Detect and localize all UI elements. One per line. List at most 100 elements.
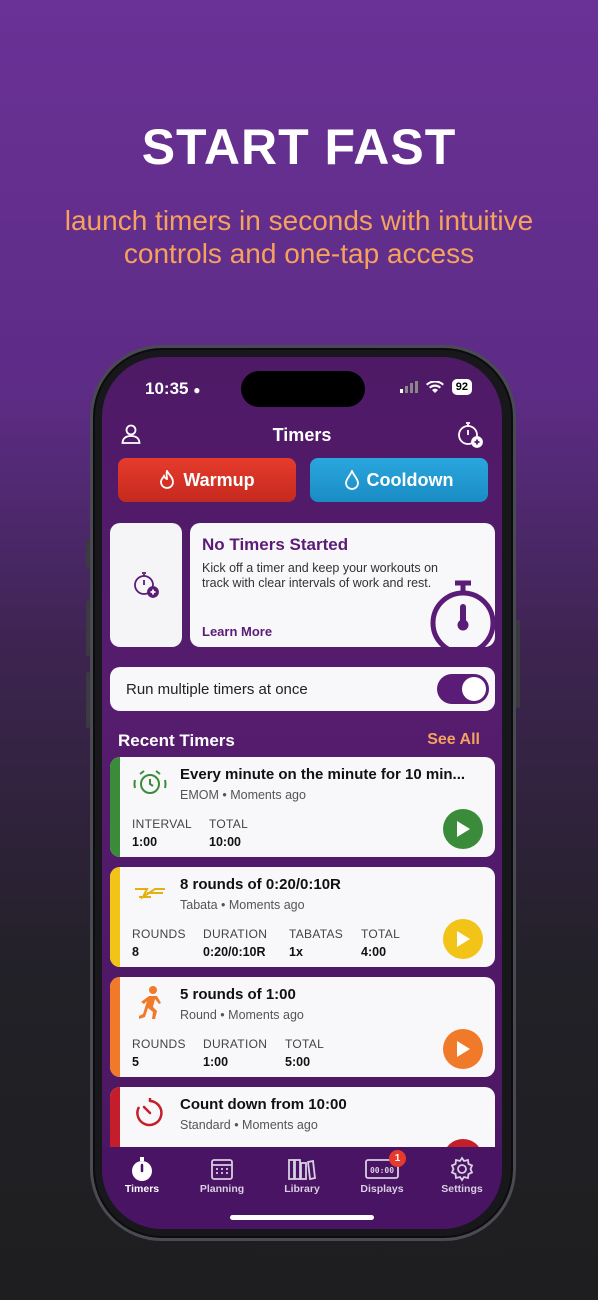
stat-label: DURATION <box>203 1037 268 1051</box>
phone-volume-up <box>86 600 90 656</box>
add-stopwatch-icon <box>134 572 159 598</box>
status-indicators: 92 <box>399 379 472 395</box>
person-icon: ● <box>193 383 201 397</box>
app-screen: 10:35 ● 92 Timers Warmup Cooldown No Tim… <box>102 357 502 1229</box>
warmup-button[interactable]: Warmup <box>118 458 296 502</box>
stat-value: 1:00 <box>132 835 158 849</box>
phone-volume-down <box>86 672 90 728</box>
promo-headline: START FAST <box>141 119 457 175</box>
tab-label: Settings <box>441 1183 483 1195</box>
play-icon <box>457 1041 470 1057</box>
calendar-icon <box>211 1159 233 1180</box>
timer-stat: TOTAL 10:00 <box>209 817 248 849</box>
stopwatch-icon <box>132 1157 152 1181</box>
stat-label: ROUNDS <box>132 927 186 941</box>
stat-label: INTERVAL <box>132 817 192 831</box>
stat-value: 1:00 <box>203 1055 229 1069</box>
tab-label: Planning <box>199 1183 245 1195</box>
toggle-knob <box>462 677 486 701</box>
timer-stat: TOTAL 5:00 <box>285 1037 324 1069</box>
gear-icon <box>450 1156 474 1182</box>
play-icon <box>457 931 470 947</box>
timer-title: 5 rounds of 1:00 <box>180 986 296 1003</box>
tab-timers[interactable]: Timers <box>107 1155 177 1229</box>
countdown-icon <box>132 1095 168 1131</box>
page-title: Timers <box>272 425 332 445</box>
stat-value: 1x <box>289 945 303 959</box>
stat-label: ROUNDS <box>132 1037 186 1051</box>
play-button[interactable] <box>443 809 483 849</box>
home-indicator <box>230 1215 374 1220</box>
timer-subtitle: Round • Moments ago <box>180 1008 304 1022</box>
tab-label: Timers <box>124 1183 160 1195</box>
stat-label: TOTAL <box>209 817 249 831</box>
stat-value: 0:20/0:10R <box>203 945 266 959</box>
timer-title: 8 rounds of 0:20/0:10R <box>180 876 341 893</box>
warmup-label: Warmup <box>183 469 255 490</box>
stat-label: TOTAL <box>285 1037 325 1051</box>
timer-stat: ROUNDS 8 <box>132 927 186 959</box>
cooldown-button[interactable]: Cooldown <box>310 458 488 502</box>
wifi-icon <box>425 380 444 393</box>
recent-timer-card[interactable]: 5 rounds of 1:00 Round • Moments ago ROU… <box>110 977 495 1077</box>
phone-power-button <box>516 620 520 708</box>
no-timers-card: No Timers Started Kick off a timer and k… <box>190 523 495 647</box>
timer-stat: TOTAL 4:00 <box>361 927 400 959</box>
recent-timer-card[interactable]: Every minute on the minute for 10 min...… <box>110 757 495 857</box>
timer-stat: ROUNDS 5 <box>132 1037 186 1069</box>
tabata-icon <box>132 875 168 911</box>
timer-stat: DURATION 0:20/0:10R <box>203 927 267 959</box>
alarm-clock-icon <box>132 765 168 801</box>
stat-value: 5 <box>132 1055 139 1069</box>
info-title: No Timers Started <box>202 535 349 554</box>
recent-timers-heading: Recent Timers <box>118 731 235 750</box>
timer-subtitle: Standard • Moments ago <box>180 1118 318 1132</box>
multi-timer-row: Run multiple timers at once <box>110 667 495 711</box>
svg-text:00:00: 00:00 <box>370 1166 394 1175</box>
timer-stat: TABATAS 1x <box>289 927 343 959</box>
stopwatch-icon <box>430 580 495 647</box>
stat-value: 4:00 <box>361 945 387 959</box>
stat-label: TOTAL <box>361 927 401 941</box>
play-button[interactable] <box>443 919 483 959</box>
multi-timer-label: Run multiple timers at once <box>126 680 308 698</box>
status-time: 10:35 ● <box>145 379 201 398</box>
stat-label: TABATAS <box>289 927 344 941</box>
stat-value: 8 <box>132 945 139 959</box>
see-all-link[interactable]: See All <box>427 731 480 749</box>
tab-label: Library <box>284 1183 320 1195</box>
stat-label: DURATION <box>203 927 268 941</box>
dynamic-island <box>241 371 365 407</box>
battery-indicator: 92 <box>451 379 472 395</box>
timer-stat: INTERVAL 1:00 <box>132 817 192 849</box>
timer-subtitle: Tabata • Moments ago <box>180 898 305 912</box>
signal-icon <box>399 381 418 393</box>
play-icon <box>457 821 470 837</box>
timer-color-bar <box>110 977 120 1077</box>
learn-more-link[interactable]: Learn More <box>202 624 272 639</box>
books-icon <box>288 1159 316 1181</box>
droplet-icon <box>344 470 359 490</box>
multi-timer-toggle[interactable] <box>437 674 489 704</box>
timer-stat: DURATION 1:00 <box>203 1037 267 1069</box>
tab-label: Displays <box>360 1183 404 1195</box>
timer-color-bar <box>110 867 120 967</box>
cooldown-label: Cooldown <box>366 469 454 490</box>
notification-badge: 1 <box>389 1150 406 1167</box>
timer-subtitle: EMOM • Moments ago <box>180 788 306 802</box>
runner-icon <box>132 985 168 1021</box>
phone-side-button <box>86 540 90 568</box>
stat-value: 5:00 <box>285 1055 311 1069</box>
new-timer-tile[interactable] <box>110 523 182 647</box>
recent-timer-card[interactable]: 8 rounds of 0:20/0:10R Tabata • Moments … <box>110 867 495 967</box>
play-button[interactable] <box>443 1029 483 1069</box>
flame-icon <box>160 470 175 489</box>
add-timer-button[interactable] <box>456 421 484 454</box>
timer-color-bar <box>110 757 120 857</box>
timer-title: Every minute on the minute for 10 min... <box>180 766 466 783</box>
timer-title: Count down from 10:00 <box>180 1096 347 1113</box>
promo-subline: launch timers in seconds with intuitive … <box>64 205 534 269</box>
add-stopwatch-icon <box>458 422 483 448</box>
stat-value: 10:00 <box>209 835 241 849</box>
tab-settings[interactable]: Settings <box>427 1155 497 1229</box>
